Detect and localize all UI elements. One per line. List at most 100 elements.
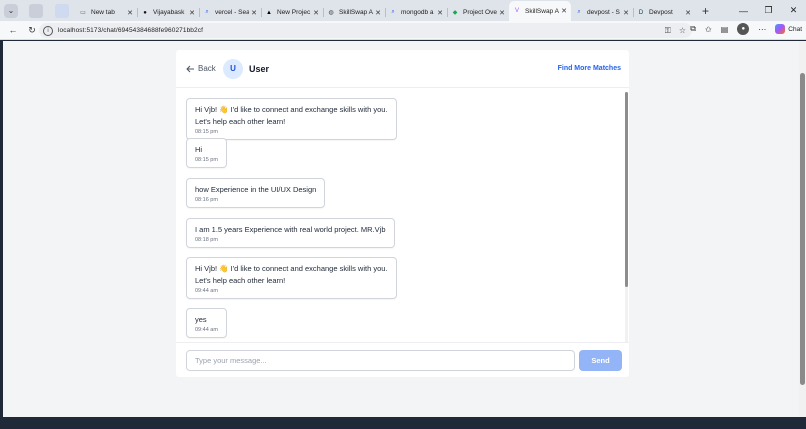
copilot-button[interactable]: Chat [775, 24, 802, 34]
message-bubble: how Experience in the UI/UX Design 08:16 … [186, 178, 326, 208]
chat-card: Back U User Find More Matches Hi Vjb! 👋 … [176, 50, 629, 377]
tab-close-icon[interactable]: ✕ [313, 9, 319, 17]
tab-title: SkillSwap A [525, 7, 559, 15]
refresh-icon[interactable]: ↻ [26, 25, 38, 36]
browser-tab[interactable]: ◍ SkillSwap A ✕ [323, 4, 385, 21]
github-icon: ● [143, 9, 147, 16]
tab-close-icon[interactable]: ✕ [623, 9, 629, 17]
copilot-label: Chat [788, 25, 802, 33]
tab-title: vercel - Sea [215, 9, 250, 16]
tab-title: Project Ove [463, 9, 497, 16]
browser-tab[interactable]: ▭ New tab ✕ [75, 4, 137, 21]
minimize-button[interactable]: — [731, 6, 756, 16]
message-bubble: Hi Vjb! 👋 I'd like to connect and exchan… [186, 257, 397, 299]
message-text: how Experience in the UI/UX Design [195, 185, 317, 194]
browser-toolbar: ← ↻ i localhost:5173/chat/69454384688fe9… [0, 21, 806, 40]
back-nav-icon[interactable]: ← [7, 25, 19, 35]
tab-close-icon[interactable]: ✕ [499, 9, 505, 17]
tab-title: Devpost [649, 9, 673, 16]
browser-tab[interactable]: D Devpost ✕ [633, 4, 695, 21]
tab-title: New Projec [277, 9, 311, 16]
tab-title: mongodb a [401, 9, 434, 16]
tab-title: SkillSwap A [339, 9, 373, 16]
message-timestamp: 08:15 pm [195, 129, 218, 135]
site-info-icon[interactable]: i [43, 25, 53, 36]
tab-close-icon[interactable]: ✕ [685, 9, 691, 17]
tab-close-icon[interactable]: ✕ [437, 9, 443, 17]
browser-tab[interactable]: ◆ Project Ove ✕ [447, 4, 509, 21]
message-composer: Send [176, 342, 629, 377]
page-scroll-thumb[interactable] [800, 73, 805, 385]
vite-icon: V [514, 8, 519, 14]
page-scrollbar[interactable] [799, 41, 806, 417]
tab-close-icon[interactable]: ✕ [127, 9, 133, 17]
tab-title: Vijayabask [153, 9, 185, 16]
browser-tab-strip: ⌄ ▭ New tab ✕ ● Vijayabask ✕ ⌕ vercel - Sea ✕ ▲ Ne… [0, 0, 806, 21]
message-input[interactable] [186, 350, 575, 371]
message-timestamp: 08:15 pm [195, 157, 218, 163]
address-bar[interactable]: i localhost:5173/chat/69454384688fe96027… [39, 23, 692, 38]
find-more-matches-link[interactable]: Find More Matches [558, 65, 621, 72]
avatar: U [223, 59, 243, 79]
page-viewport: Back U User Find More Matches Hi Vjb! 👋 … [3, 41, 799, 417]
window-controls: — ❐ ✕ [731, 0, 806, 21]
back-button[interactable]: Back [186, 64, 216, 73]
restore-button[interactable]: ❐ [756, 5, 781, 16]
browser-tab[interactable]: ⌕ vercel - Sea ✕ [199, 4, 261, 21]
message-timestamp: 09:44 am [195, 288, 218, 294]
copilot-icon [775, 24, 786, 34]
browser-tab[interactable]: ⌕ mongodb a ✕ [385, 4, 447, 21]
more-menu-icon[interactable]: ⋯ [758, 25, 766, 34]
page-footer [3, 417, 799, 429]
message-bubble: Hi Vjb! 👋 I'd like to connect and exchan… [186, 98, 397, 140]
message-text: Hi Vjb! 👋 I'd like to connect and exchan… [195, 264, 388, 285]
tab-close-icon[interactable]: ✕ [561, 7, 567, 15]
message-list-scroll-thumb[interactable] [625, 92, 628, 287]
send-button[interactable]: Send [579, 350, 622, 371]
message-text: Hi [195, 145, 203, 154]
profile-avatar[interactable]: ● [737, 23, 750, 35]
tab-title: New tab [91, 9, 115, 16]
pinned-tab-icon[interactable] [55, 3, 69, 18]
key-icon[interactable]: ⚿ [665, 26, 671, 36]
workspaces-icon[interactable] [29, 3, 43, 18]
message-bubble: Hi 08:15 pm [186, 138, 227, 168]
chat-header: Back U User Find More Matches [176, 50, 629, 88]
search-icon: ⌕ [577, 9, 581, 15]
browser-tab[interactable]: ● Vijayabask ✕ [137, 4, 199, 21]
new-tab-button[interactable]: + [702, 4, 709, 18]
devpost-icon: D [638, 9, 644, 16]
browser-tab[interactable]: ⌕ devpost - S ✕ [571, 4, 633, 21]
globe-icon: ◍ [328, 10, 334, 16]
close-window-button[interactable]: ✕ [781, 5, 806, 16]
message-text: Hi Vjb! 👋 I'd like to connect and exchan… [195, 105, 388, 126]
message-list[interactable]: Hi Vjb! 👋 I'd like to connect and exchan… [176, 88, 629, 342]
page-icon: ▭ [80, 10, 86, 16]
message-text: I am 1.5 years Experience with real worl… [195, 225, 386, 234]
browser-tab[interactable]: V SkillSwap A ✕ [509, 1, 571, 21]
chat-user-name: User [249, 64, 270, 74]
favorite-star-icon[interactable]: ☆ [679, 26, 686, 36]
mongodb-icon: ◆ [452, 10, 458, 16]
browser-tab[interactable]: ▲ New Projec ✕ [261, 4, 323, 21]
extensions-icon[interactable]: ⧉ [690, 24, 696, 34]
search-icon: ⌕ [205, 9, 209, 15]
message-timestamp: 09:44 am [195, 327, 218, 333]
message-bubble: I am 1.5 years Experience with real worl… [186, 218, 395, 248]
back-label: Back [198, 64, 216, 73]
tab-close-icon[interactable]: ✕ [375, 9, 381, 17]
message-list-scrollbar[interactable] [625, 92, 628, 342]
collections-icon[interactable]: ▤ [721, 25, 729, 34]
message-timestamp: 08:16 pm [195, 197, 218, 203]
tab-close-icon[interactable]: ✕ [189, 9, 195, 17]
favorites-icon[interactable]: ✩ [705, 25, 712, 34]
tab-title: devpost - S [587, 9, 620, 16]
tab-close-icon[interactable]: ✕ [251, 9, 257, 17]
url-text[interactable]: localhost:5173/chat/69454384688fe960271b… [58, 27, 203, 34]
tab-actions-menu-icon[interactable]: ⌄ [4, 3, 18, 18]
message-timestamp: 08:18 pm [195, 237, 218, 243]
search-icon: ⌕ [391, 9, 395, 15]
message-text: yes [195, 315, 207, 324]
arrow-left-icon [186, 65, 194, 72]
vercel-icon: ▲ [266, 9, 272, 16]
